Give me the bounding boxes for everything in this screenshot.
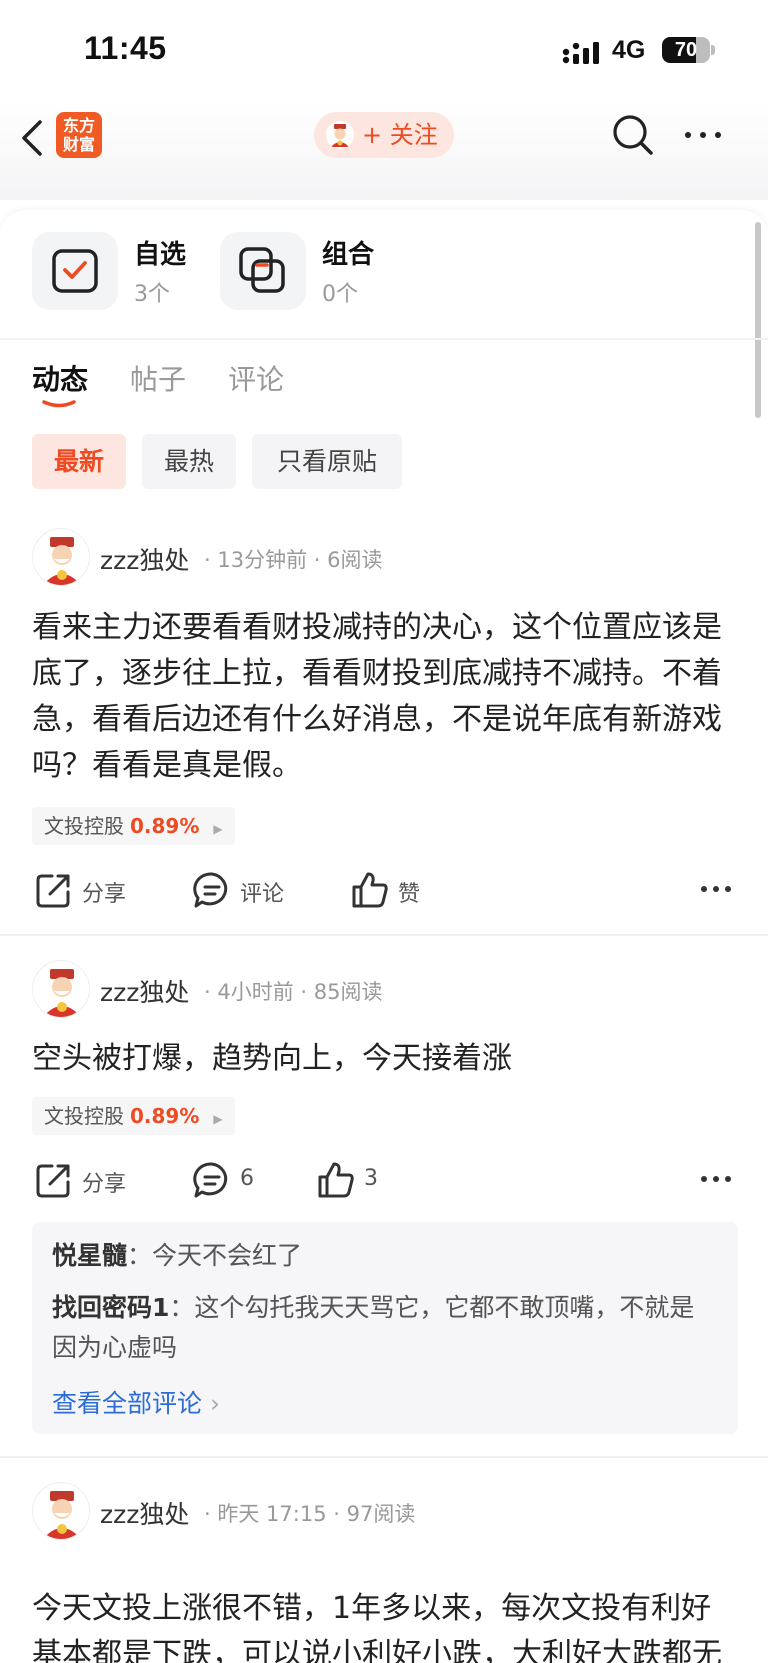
follow-label: + 关注 bbox=[362, 121, 438, 149]
tab-posts[interactable]: 帖子 bbox=[130, 358, 186, 398]
comment-button[interactable]: 评论 bbox=[192, 870, 302, 910]
thumbs-up-icon bbox=[318, 1162, 354, 1198]
share-icon bbox=[36, 874, 70, 908]
post-text[interactable]: 今天文投上涨很不错，1年多以来，每次文投有利好基本都是下跌，可以说小利好小跌，大… bbox=[32, 1586, 738, 1663]
like-label: 赞 bbox=[398, 882, 421, 907]
share-label: 分享 bbox=[82, 1172, 127, 1197]
thumbs-up-icon bbox=[352, 872, 388, 908]
more-icon[interactable] bbox=[700, 884, 732, 894]
triangle-right-icon: ▶ bbox=[213, 822, 223, 836]
network-label: 4G bbox=[612, 36, 646, 64]
comment-button[interactable]: 6 bbox=[192, 1160, 282, 1200]
comment-line[interactable]: 找回密码1：这个勾托我天天骂它，它都不敢顶嘴，不就是因为心虚吗 bbox=[52, 1288, 718, 1368]
view-all-comments-link[interactable]: 查看全部评论 › bbox=[52, 1384, 220, 1420]
comment-preview-box: 悦星髓：今天不会红了 找回密码1：这个勾托我天天骂它，它都不敢顶嘴，不就是因为心… bbox=[32, 1222, 738, 1434]
triangle-right-icon: ▶ bbox=[213, 1112, 223, 1126]
stock-tag[interactable]: 文投控股 0.89% ▶ bbox=[32, 807, 235, 845]
comment-label: 评论 bbox=[240, 882, 285, 907]
status-bar: 11:45 4G 70 bbox=[0, 0, 768, 100]
follow-button[interactable]: + 关注 bbox=[314, 112, 454, 158]
search-icon[interactable] bbox=[610, 112, 656, 158]
stock-change: 0.89% bbox=[130, 814, 200, 838]
avatar-small-icon bbox=[326, 121, 354, 149]
scrollbar[interactable] bbox=[755, 222, 761, 418]
view-all-label: 查看全部评论 bbox=[52, 1389, 203, 1418]
post-author[interactable]: zzz独处 bbox=[100, 541, 189, 577]
nav-bar: 东方财富 + 关注 bbox=[0, 100, 768, 200]
share-button[interactable]: 分享 bbox=[34, 1160, 154, 1200]
more-icon[interactable] bbox=[682, 122, 724, 148]
portfolio-icon bbox=[220, 232, 306, 310]
filter-original[interactable]: 只看原贴 bbox=[252, 434, 402, 489]
app-logo: 东方财富 bbox=[56, 112, 102, 158]
stock-change: 0.89% bbox=[130, 1104, 200, 1128]
status-time: 11:45 bbox=[84, 30, 167, 66]
post-author[interactable]: zzz独处 bbox=[100, 1495, 189, 1531]
comment-text: 今天不会红了 bbox=[152, 1241, 303, 1270]
more-icon[interactable] bbox=[700, 1174, 732, 1184]
divider bbox=[0, 934, 768, 936]
content-card bbox=[0, 210, 768, 1663]
divider bbox=[0, 338, 768, 340]
like-button[interactable]: 赞 bbox=[350, 870, 440, 910]
filter-latest[interactable]: 最新 bbox=[32, 434, 126, 489]
tab-comments[interactable]: 评论 bbox=[228, 358, 284, 398]
comment-count: 6 bbox=[240, 1166, 254, 1191]
divider bbox=[0, 1456, 768, 1458]
back-icon[interactable] bbox=[18, 116, 48, 160]
tab-underline bbox=[42, 400, 76, 408]
stock-name: 文投控股 bbox=[44, 1104, 124, 1128]
post-time: · 昨天 17:15 · 97阅读 bbox=[204, 1502, 416, 1526]
signal-icon bbox=[562, 42, 599, 64]
share-label: 分享 bbox=[82, 882, 127, 907]
avatar[interactable] bbox=[32, 1482, 90, 1540]
like-count: 3 bbox=[364, 1166, 378, 1191]
avatar[interactable] bbox=[32, 528, 90, 586]
battery-icon: 70 bbox=[662, 37, 715, 63]
comment-icon bbox=[193, 1162, 228, 1198]
filter-hot[interactable]: 最热 bbox=[142, 434, 236, 489]
comment-line[interactable]: 悦星髓：今天不会红了 bbox=[52, 1236, 718, 1276]
share-icon bbox=[36, 1164, 70, 1198]
stock-tag[interactable]: 文投控股 0.89% ▶ bbox=[32, 1097, 235, 1135]
post-time: · 13分钟前 · 6阅读 bbox=[204, 548, 383, 572]
avatar[interactable] bbox=[32, 960, 90, 1018]
battery-percent: 70 bbox=[674, 39, 698, 61]
share-button[interactable]: 分享 bbox=[34, 870, 154, 910]
checkbox-icon bbox=[32, 232, 118, 310]
like-button[interactable]: 3 bbox=[316, 1160, 406, 1200]
stock-name: 文投控股 bbox=[44, 814, 124, 838]
shortcut-count: 3个 bbox=[134, 282, 170, 307]
shortcut-portfolio[interactable]: 组合 0个 bbox=[220, 232, 400, 310]
post-time: · 4小时前 · 85阅读 bbox=[204, 980, 383, 1004]
chevron-right-icon: › bbox=[209, 1389, 220, 1418]
shortcut-watchlist[interactable]: 自选 3个 bbox=[32, 232, 212, 310]
post-author[interactable]: zzz独处 bbox=[100, 973, 189, 1009]
shortcut-count: 0个 bbox=[322, 282, 358, 307]
tab-dynamic[interactable]: 动态 bbox=[32, 358, 88, 398]
shortcut-title: 自选 bbox=[134, 240, 187, 270]
post-text[interactable]: 看来主力还要看看财投减持的决心，这个位置应该是底了，逐步往上拉，看看财投到底减持… bbox=[32, 605, 738, 789]
shortcut-title: 组合 bbox=[322, 240, 375, 270]
comment-user: 找回密码1 bbox=[52, 1293, 170, 1322]
post-text[interactable]: 空头被打爆，趋势向上，今天接着涨 bbox=[32, 1036, 738, 1082]
comment-user: 悦星髓 bbox=[52, 1241, 128, 1270]
comment-icon bbox=[193, 872, 228, 908]
